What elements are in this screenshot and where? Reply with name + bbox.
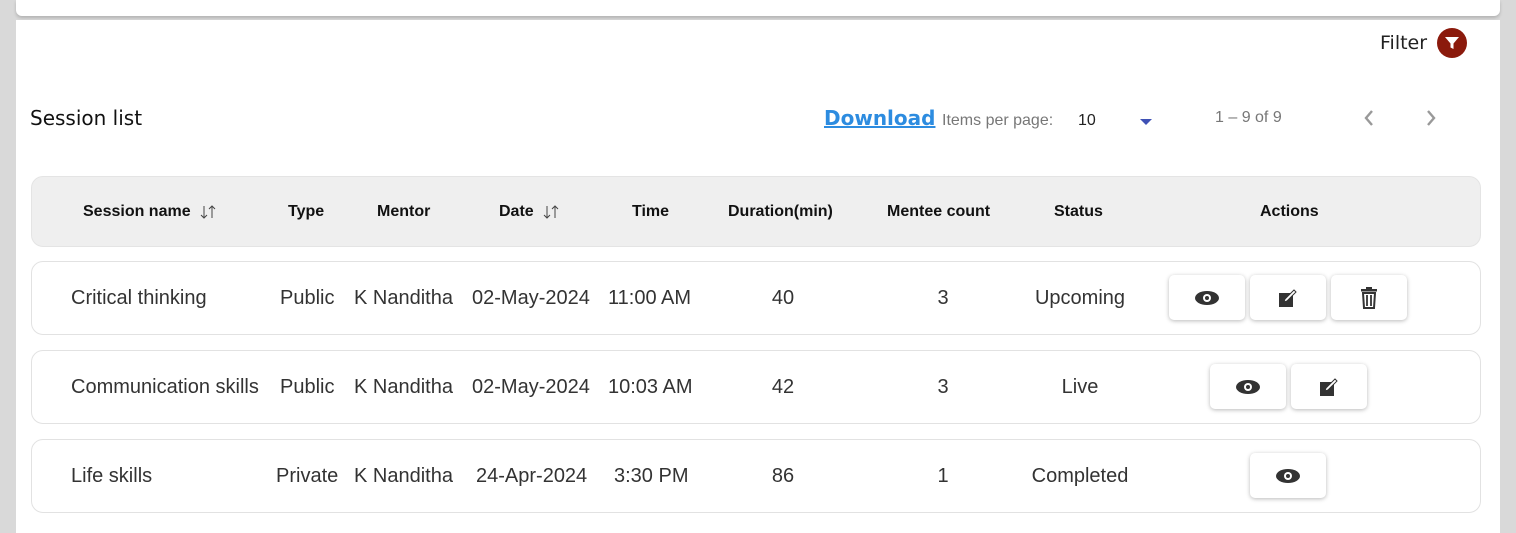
cell-session-name: Communication skills	[71, 376, 259, 398]
filter-label[interactable]: Filter	[1380, 32, 1427, 54]
column-header-label: Duration(min)	[728, 203, 833, 220]
column-header-label: Mentor	[377, 203, 431, 220]
pagination-range: 1 – 9 of 9	[1215, 109, 1282, 126]
table-row: Life skills Private K Nanditha 24-Apr-20…	[31, 439, 1481, 513]
view-button[interactable]	[1169, 275, 1245, 320]
column-header-label: Date	[499, 203, 534, 220]
view-icon	[1276, 468, 1300, 483]
delete-icon	[1361, 286, 1377, 309]
previous-card-edge	[16, 0, 1500, 16]
download-link[interactable]: Download	[824, 106, 935, 130]
column-header-label: Time	[632, 203, 670, 220]
cell-type: Public	[280, 376, 335, 398]
view-icon	[1236, 379, 1260, 394]
column-header-label: Mentee count	[887, 203, 991, 220]
session-list-panel: Filter Session list Download Items per p…	[16, 20, 1500, 533]
cell-mentee-count: 3	[937, 287, 949, 309]
edit-button[interactable]	[1250, 275, 1326, 320]
cell-session-name: Life skills	[71, 465, 153, 487]
table-row: Communication skills Public K Nanditha 0…	[31, 350, 1481, 424]
cell-status: Live	[1061, 376, 1099, 398]
dropdown-arrow-icon[interactable]	[1140, 119, 1152, 125]
cell-type: Public	[280, 287, 335, 309]
cell-type: Private	[276, 465, 339, 487]
column-header-time: Time	[632, 203, 669, 221]
cell-session-name: Critical thinking	[71, 287, 207, 309]
cell-date: 02-May-2024	[472, 287, 590, 309]
column-header-session-name[interactable]: Session name	[83, 203, 217, 221]
cell-mentor: K Nanditha	[354, 287, 453, 309]
view-button[interactable]	[1210, 364, 1286, 409]
column-header-status: Status	[1054, 203, 1103, 221]
edit-icon	[1279, 288, 1297, 307]
column-header-mentor: Mentor	[377, 203, 430, 221]
cell-duration: 40	[771, 287, 795, 309]
page-title: Session list	[30, 106, 143, 130]
cell-time: 3:30 PM	[614, 465, 689, 487]
cell-duration: 42	[771, 376, 795, 398]
chevron-right-icon	[1427, 110, 1436, 126]
cell-mentee-count: 3	[937, 376, 949, 398]
sort-icon[interactable]	[199, 205, 217, 219]
view-icon	[1195, 290, 1219, 305]
chevron-left-icon	[1364, 110, 1373, 126]
delete-button[interactable]	[1331, 275, 1407, 320]
cell-time: 11:00 AM	[608, 287, 692, 309]
view-button[interactable]	[1250, 453, 1326, 498]
column-header-label: Session name	[83, 203, 191, 220]
cell-date: 24-Apr-2024	[476, 465, 588, 487]
cell-status: Completed	[1031, 465, 1129, 487]
next-page-button[interactable]	[1416, 103, 1446, 133]
cell-mentee-count: 1	[937, 465, 949, 487]
cell-mentor: K Nanditha	[354, 465, 453, 487]
edit-icon	[1320, 377, 1338, 396]
items-per-page-label: Items per page:	[942, 112, 1054, 129]
cell-date: 02-May-2024	[472, 376, 590, 398]
column-header-duration: Duration(min)	[728, 203, 833, 221]
column-header-label: Actions	[1260, 203, 1319, 220]
cell-duration: 86	[771, 465, 795, 487]
cell-time: 10:03 AM	[608, 376, 693, 398]
edit-button[interactable]	[1291, 364, 1367, 409]
column-header-date[interactable]: Date	[499, 203, 560, 221]
cell-status: Upcoming	[1034, 287, 1126, 309]
column-header-label: Status	[1054, 203, 1103, 220]
column-header-type: Type	[288, 203, 324, 221]
items-per-page-select[interactable]: 10	[1078, 112, 1096, 130]
column-header-mentee-count: Mentee count	[887, 203, 990, 221]
table-row: Critical thinking Public K Nanditha 02-M…	[31, 261, 1481, 335]
column-header-label: Type	[288, 203, 325, 220]
cell-mentor: K Nanditha	[354, 376, 453, 398]
sort-icon[interactable]	[542, 205, 560, 219]
previous-page-button[interactable]	[1354, 103, 1384, 133]
filter-icon[interactable]	[1437, 28, 1467, 58]
column-header-actions: Actions	[1260, 203, 1319, 221]
table-header: Session name Type Mentor Date Time Durat…	[31, 176, 1481, 247]
